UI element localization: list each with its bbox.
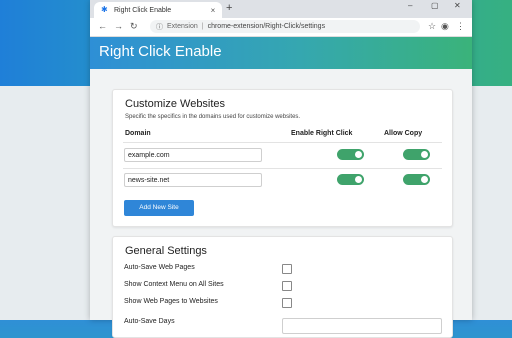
divider [123, 168, 442, 169]
toggle-knob [355, 151, 362, 158]
general-title: General Settings [125, 245, 207, 257]
column-domain: Domain [125, 130, 151, 137]
page-title: Right Click Enable [99, 43, 222, 60]
right-click-toggle[interactable] [337, 174, 364, 185]
setting-label: Auto-Save Days [124, 318, 175, 325]
address-url: chrome-extension/Right-Click/settings [207, 23, 326, 30]
toggle-knob [421, 151, 428, 158]
column-allow-copy: Allow Copy [384, 130, 423, 137]
forward-arrow-icon[interactable]: → [114, 21, 123, 31]
address-bar[interactable]: ⓘ Extension | chrome-extension/Right-Cli… [150, 20, 420, 33]
toggle-knob [355, 176, 362, 183]
context-menu-checkbox[interactable] [282, 281, 292, 291]
auto-save-checkbox[interactable] [282, 264, 292, 274]
tab-title: Right Click Enable [114, 6, 172, 14]
profile-icon[interactable]: ◉ [441, 21, 449, 32]
address-separator: | [201, 23, 204, 30]
page-header: Right Click Enable [90, 37, 472, 69]
allow-copy-toggle[interactable] [403, 174, 430, 185]
right-click-toggle[interactable] [337, 149, 364, 160]
add-new-site-button[interactable]: Add New Site [124, 200, 194, 216]
close-window-button[interactable]: ✕ [454, 1, 461, 10]
column-enable-right-click: Enable Right Click [291, 130, 353, 137]
browser-toolbar: ← → ↻ ⓘ Extension | chrome-extension/Rig… [90, 18, 472, 37]
back-arrow-icon[interactable]: ← [98, 21, 107, 31]
minimize-button[interactable]: – [408, 1, 412, 10]
setting-label: Show Context Menu on All Sites [124, 281, 224, 288]
browser-tab[interactable]: ✱ Right Click Enable × [94, 2, 222, 18]
tab-strip: ✱ Right Click Enable × + – ▢ ✕ [90, 0, 472, 18]
customize-subtitle: Specific the specifics in the domains us… [125, 114, 301, 120]
allow-copy-toggle[interactable] [403, 149, 430, 160]
address-label: Extension [167, 23, 198, 30]
site-info-icon[interactable]: ⓘ [156, 22, 163, 32]
toggle-knob [421, 176, 428, 183]
customize-websites-card: Customize Websites Specific the specific… [112, 89, 453, 227]
general-settings-card: General Settings Auto-Save Web Pages Sho… [112, 236, 453, 338]
domain-input[interactable]: news-site.net [124, 173, 262, 187]
setting-label: Auto-Save Web Pages [124, 264, 195, 271]
divider [123, 142, 442, 143]
bookmark-star-icon[interactable]: ☆ [428, 21, 436, 32]
auto-save-days-field[interactable] [282, 318, 442, 334]
menu-kebab-icon[interactable]: ⋮ [456, 21, 465, 32]
setting-label: Show Web Pages to Websites [124, 298, 218, 305]
customize-title: Customize Websites [125, 98, 226, 110]
new-tab-button[interactable]: + [226, 2, 232, 14]
maximize-button[interactable]: ▢ [431, 1, 439, 10]
puzzle-icon: ✱ [101, 5, 108, 14]
reload-icon[interactable]: ↻ [130, 21, 138, 32]
domain-input[interactable]: example.com [124, 148, 262, 162]
close-tab-icon[interactable]: × [208, 6, 218, 15]
show-pages-checkbox[interactable] [282, 298, 292, 308]
